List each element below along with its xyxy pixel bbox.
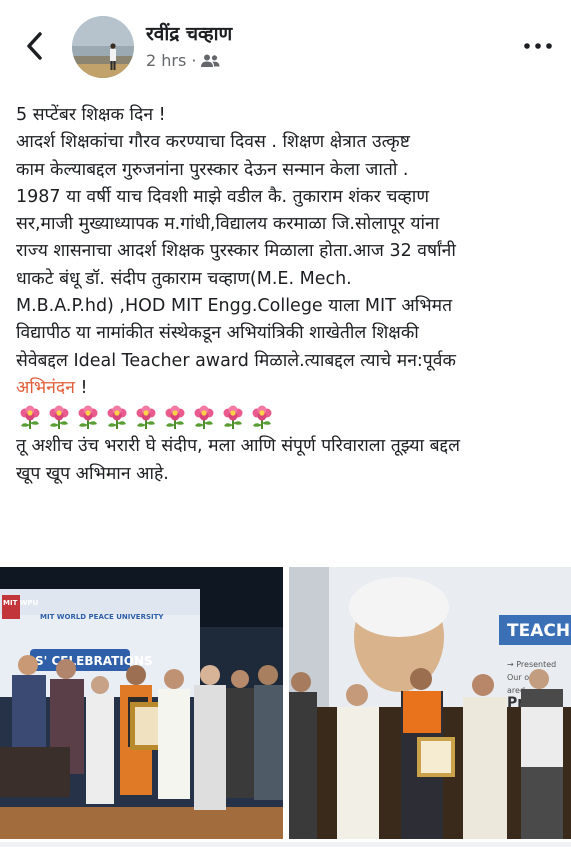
post-line: सेवेबद्दल Ideal Teacher award मिळाले.त्य… bbox=[16, 350, 456, 371]
flower-icon bbox=[49, 405, 69, 430]
exclaim: ! bbox=[74, 377, 88, 398]
post-line: खूप खूप अभिमान आहे. bbox=[16, 463, 169, 484]
post-text: 5 सप्टेंबर शिक्षक दिन ! आदर्श शिक्षकांचा… bbox=[16, 102, 562, 488]
post-header: रवींद्र चव्हाण 2 hrs · bbox=[0, 0, 571, 92]
author-name[interactable]: रवींद्र चव्हाण bbox=[146, 20, 232, 46]
more-options-button[interactable] bbox=[522, 36, 554, 56]
post-line: M.B.A.P.hd) ,HOD MIT Engg.College याला M… bbox=[16, 296, 453, 317]
photo-grid: MIT WPU MIT WORLD PEACE UNIVERSITY S' CE… bbox=[0, 567, 571, 839]
flower-icon bbox=[223, 405, 243, 430]
flower-icon bbox=[20, 405, 40, 430]
highlighted-word[interactable]: अभिनंदन bbox=[16, 378, 75, 398]
flower-icon bbox=[136, 405, 156, 430]
post-line: तू अशीच उंच भरारी घे संदीप, मला आणि संपू… bbox=[16, 436, 460, 457]
post-line: 5 सप्टेंबर शिक्षक दिन ! bbox=[16, 105, 166, 125]
post-line: अभिनंदन ! bbox=[16, 375, 562, 402]
flower-icon bbox=[252, 405, 272, 430]
photo-right[interactable]: TEACH → Presented Our ow ared Prof. bbox=[289, 567, 571, 839]
logo-text: MIT WPU bbox=[3, 599, 39, 607]
post-line: धाकटे बंधू डॉ. संदीप तुकाराम चव्हाण(M.E.… bbox=[16, 268, 352, 289]
banner-teach: TEACH bbox=[507, 621, 570, 641]
post-line: राज्य शासनाचा आदर्श शिक्षक पुरस्कार मिळा… bbox=[16, 241, 456, 262]
banner-small-text: → Presented bbox=[507, 660, 556, 669]
post-time[interactable]: 2 hrs bbox=[146, 51, 186, 70]
avatar[interactable] bbox=[72, 16, 134, 78]
flower-emoji-row bbox=[16, 404, 562, 432]
feed-divider bbox=[0, 842, 571, 847]
banner-small-text: MIT WORLD PEACE UNIVERSITY bbox=[40, 613, 164, 621]
photo-left[interactable]: MIT WPU MIT WORLD PEACE UNIVERSITY S' CE… bbox=[0, 567, 283, 839]
post-line: विद्यापीठ या नामांकीत संस्थेकडून अभियांत… bbox=[16, 323, 419, 344]
meta-separator: · bbox=[191, 51, 197, 70]
post-line: काम केल्याबद्दल गुरुजनांना पुरस्कार देऊन… bbox=[16, 159, 409, 180]
flower-icon bbox=[107, 405, 127, 430]
post-line: आदर्श शिक्षकांचा गौरव करण्याचा दिवस . शि… bbox=[16, 132, 410, 153]
friends-icon bbox=[201, 54, 220, 67]
flower-icon bbox=[78, 405, 98, 430]
more-dots-icon bbox=[524, 43, 552, 49]
flower-icon bbox=[165, 405, 185, 430]
chevron-left-icon bbox=[27, 32, 42, 60]
post-line: सर,माजी मुख्याध्यापक म.गांधी,विद्यालय कर… bbox=[16, 214, 440, 235]
post-meta: 2 hrs · bbox=[146, 51, 220, 70]
flower-icon bbox=[194, 405, 214, 430]
back-button[interactable] bbox=[22, 28, 48, 64]
post-line: 1987 या वर्षी याच दिवशी माझे वडील कै. तु… bbox=[16, 186, 429, 207]
